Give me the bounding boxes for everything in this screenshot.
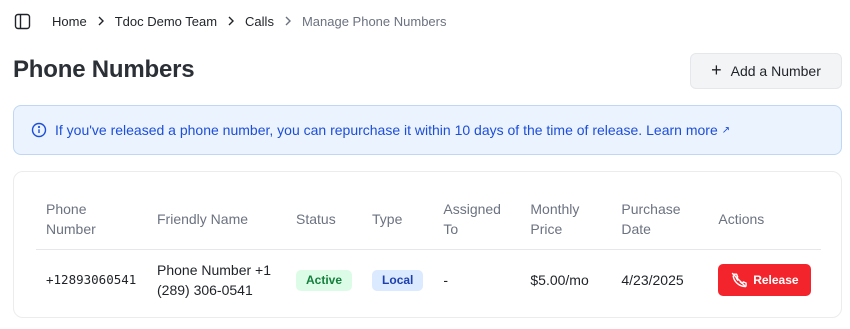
alert-text: If you've released a phone number, you c… — [55, 122, 643, 138]
add-number-button[interactable]: + Add a Number — [690, 53, 842, 89]
learn-more-label: Learn more — [646, 122, 718, 138]
header-type: Type — [362, 189, 434, 250]
chevron-right-icon — [284, 16, 292, 26]
breadcrumb: Home Tdoc Demo Team Calls Manage Phone N… — [52, 14, 446, 29]
cell-phone-number: +12893060541 — [46, 271, 137, 287]
breadcrumb-team[interactable]: Tdoc Demo Team — [115, 14, 217, 29]
header-phone-number: Phone Number — [36, 189, 147, 250]
cell-purchase-date: 4/23/2025 — [621, 271, 684, 288]
cell-assigned-to: - — [443, 271, 449, 288]
header-monthly-price: Monthly Price — [520, 189, 612, 250]
header-assigned-to: Assigned To — [433, 189, 521, 250]
type-badge: Local — [372, 269, 424, 291]
phone-numbers-card: Phone Number Friendly Name Status Type As… — [13, 171, 842, 318]
cell-monthly-price: $5.00/mo — [530, 271, 589, 288]
phone-off-icon — [731, 272, 747, 288]
page-title: Phone Numbers — [13, 56, 195, 83]
release-label: Release — [753, 272, 799, 287]
cell-type: Local — [362, 249, 433, 310]
arrow-up-right-icon: ↗ — [721, 124, 731, 136]
learn-more-link[interactable]: Learn more ↗ — [646, 122, 730, 138]
top-bar: Home Tdoc Demo Team Calls Manage Phone N… — [12, 10, 446, 32]
header-actions: Actions — [708, 189, 822, 250]
plus-icon: + — [711, 60, 722, 80]
chevron-right-icon — [227, 16, 235, 26]
header-friendly-name: Friendly Name — [147, 189, 286, 250]
chevron-right-icon — [97, 16, 105, 26]
table-row: +12893060541 Phone Number +1 (289) 306-05… — [36, 249, 821, 310]
breadcrumb-home[interactable]: Home — [52, 14, 87, 29]
info-circle-icon — [31, 122, 47, 138]
header-status: Status — [286, 189, 363, 250]
sidebar-toggle-icon[interactable] — [12, 11, 32, 31]
cell-friendly-name: Phone Number +1 (289) 306-0541 — [157, 261, 272, 298]
cell-status: Active — [286, 249, 362, 310]
breadcrumb-calls[interactable]: Calls — [245, 14, 274, 29]
release-button[interactable]: Release — [718, 263, 812, 296]
phone-numbers-table: Phone Number Friendly Name Status Type As… — [36, 189, 822, 310]
add-number-label: Add a Number — [730, 63, 821, 79]
breadcrumb-current: Manage Phone Numbers — [301, 13, 447, 29]
info-alert: If you've released a phone number, you c… — [13, 105, 842, 155]
cell-actions: Release — [708, 249, 821, 310]
table-header-row: Phone Number Friendly Name Status Type As… — [36, 189, 822, 250]
status-badge: Active — [296, 269, 353, 291]
header-purchase-date: Purchase Date — [611, 189, 709, 250]
